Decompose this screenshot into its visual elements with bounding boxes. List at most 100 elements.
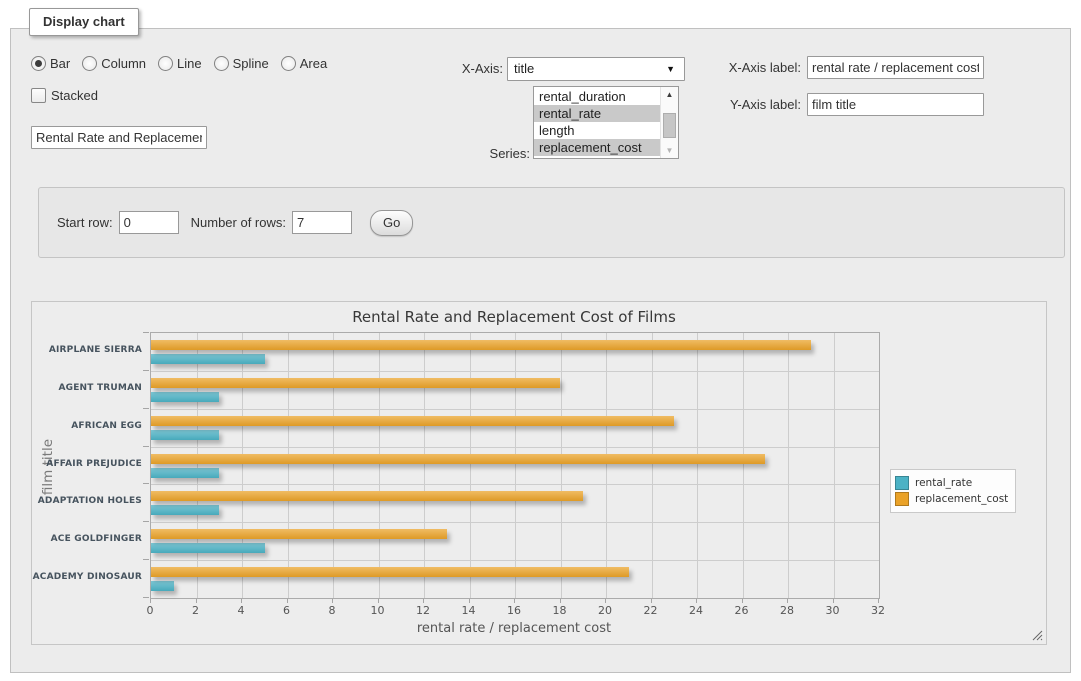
bar-rental_rate-airplane-sierra [151,354,265,364]
x-tick-label: 28 [767,604,807,617]
start-row-input[interactable] [119,211,179,234]
radio-label: Column [101,56,146,71]
x-axis-select-value: title [514,61,534,76]
chart-legend: rental_rate replacement_cost [890,469,1016,513]
grid-line-vertical [561,333,562,598]
legend-label: rental_rate [915,477,972,489]
chart-type-option-column[interactable]: Column [82,56,146,71]
scrollbar-thumb[interactable] [663,113,676,138]
x-tick-mark [605,599,606,603]
bar-replacement_cost-airplane-sierra [151,340,811,350]
stacked-checkbox-row[interactable]: Stacked [31,88,98,103]
grid-line-vertical [606,333,607,598]
x-tick-label: 6 [267,604,307,617]
x-tick-mark [241,599,242,603]
bar-rental_rate-african-egg [151,430,219,440]
legend-item: replacement_cost [895,492,1008,506]
series-option-replacement_cost[interactable]: replacement_cost [534,139,661,156]
stacked-checkbox[interactable] [31,88,46,103]
radio-label: Line [177,56,202,71]
x-tick-label: 8 [312,604,352,617]
x-tick-mark [514,599,515,603]
x-tick-label: 14 [449,604,489,617]
radio-icon[interactable] [82,56,97,71]
grid-line-vertical [743,333,744,598]
x-tick-mark [651,599,652,603]
bar-rental_rate-academy-dinosaur [151,581,174,591]
grid-line-vertical [242,333,243,598]
chart-type-option-bar[interactable]: Bar [31,56,70,71]
x-tick-mark [742,599,743,603]
dropdown-arrow-icon: ▼ [666,58,675,80]
x-axis-label-label: X-Axis label: [701,60,801,75]
x-tick-label: 20 [585,604,625,617]
grid-line-vertical [333,333,334,598]
display-chart-fieldset: Display chart BarColumnLineSplineArea St… [10,28,1071,673]
bar-rental_rate-adaptation-holes [151,505,219,515]
radio-label: Spline [233,56,269,71]
radio-icon[interactable] [214,56,229,71]
series-select-label: Series: [461,146,530,161]
x-tick-label: 24 [676,604,716,617]
radio-label: Bar [50,56,70,71]
chart-title-input[interactable] [31,126,207,149]
grid-line-vertical [652,333,653,598]
x-tick-label: 26 [722,604,762,617]
num-rows-input[interactable] [292,211,352,234]
x-axis-select[interactable]: title ▼ [507,57,685,81]
grid-line-horizontal [151,447,879,448]
series-option-length[interactable]: length [534,122,661,139]
x-tick-label: 2 [176,604,216,617]
grid-line-vertical [788,333,789,598]
scroll-up-icon[interactable]: ▲ [661,90,678,99]
go-button[interactable]: Go [370,210,413,236]
grid-line-horizontal [151,560,879,561]
y-axis-label-input[interactable] [807,93,984,116]
page: Display chart BarColumnLineSplineArea St… [0,0,1081,681]
grid-line-vertical [197,333,198,598]
num-rows-label: Number of rows: [191,215,286,230]
legend-swatch [895,492,909,506]
chart-type-option-area[interactable]: Area [281,56,327,71]
y-tick-label: ACADEMY DINOSAUR [32,572,142,582]
scroll-down-icon[interactable]: ▼ [661,146,678,155]
chart-type-option-spline[interactable]: Spline [214,56,269,71]
legend-item: rental_rate [895,476,1008,490]
grid-line-vertical [424,333,425,598]
y-tick-mark [143,559,149,560]
radio-icon[interactable] [158,56,173,71]
radio-label: Area [300,56,327,71]
x-tick-mark [196,599,197,603]
grid-line-horizontal [151,371,879,372]
grid-line-vertical [288,333,289,598]
x-tick-mark [287,599,288,603]
bar-replacement_cost-ace-goldfinger [151,529,447,539]
radio-icon[interactable] [31,56,46,71]
y-tick-mark [143,408,149,409]
x-tick-label: 16 [494,604,534,617]
series-option-rental_rate[interactable]: rental_rate [534,105,661,122]
series-listbox[interactable]: rental_durationrental_ratelengthreplacem… [533,86,679,159]
grid-line-vertical [834,333,835,598]
x-axis-select-label: X-Axis: [431,61,503,76]
x-tick-mark [332,599,333,603]
resize-handle-icon[interactable] [1031,629,1043,641]
x-tick-label: 18 [540,604,580,617]
chart-title: Rental Rate and Replacement Cost of Film… [150,308,878,326]
radio-icon[interactable] [281,56,296,71]
x-tick-mark [560,599,561,603]
series-option-rental_duration[interactable]: rental_duration [534,88,661,105]
y-tick-label: ADAPTATION HOLES [32,496,142,506]
chart-type-option-line[interactable]: Line [158,56,202,71]
bar-rental_rate-agent-truman [151,392,219,402]
y-tick-label: AIRPLANE SIERRA [32,345,142,355]
grid-line-vertical [470,333,471,598]
x-axis-label-input[interactable] [807,56,984,79]
x-tick-mark [787,599,788,603]
y-tick-mark [143,483,149,484]
listbox-scrollbar[interactable]: ▲ ▼ [660,87,678,158]
x-tick-mark [833,599,834,603]
x-tick-mark [150,599,151,603]
stacked-label: Stacked [51,88,98,103]
y-tick-label: ACE GOLDFINGER [32,534,142,544]
